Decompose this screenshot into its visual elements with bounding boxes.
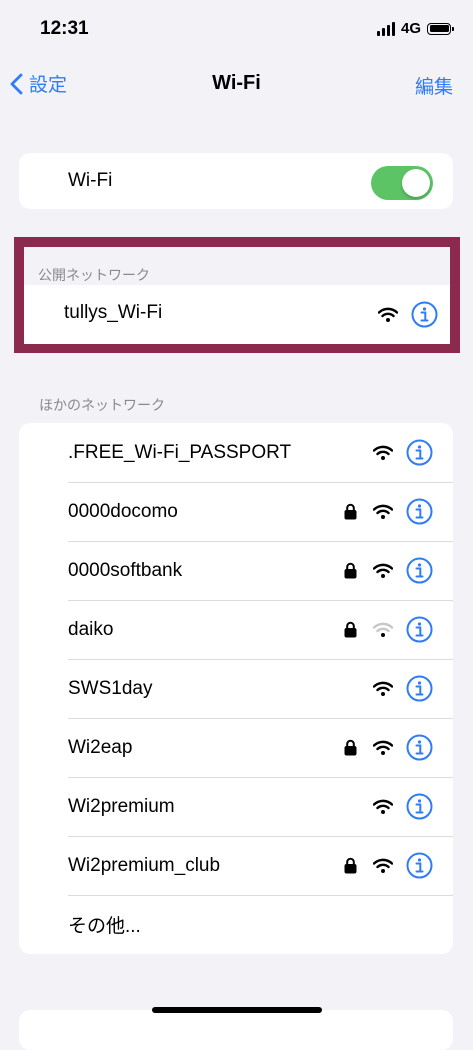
lock-icon [342,621,358,638]
public-network-section: 公開ネットワーク tullys_Wi-Fi [24,247,450,344]
info-icon[interactable] [406,498,433,525]
network-name: Wi2premium [68,795,175,817]
other-network-button[interactable]: その他... [19,895,453,954]
wifi-signal-icon [372,681,394,696]
network-name: Wi2eap [68,736,133,758]
network-name: daiko [68,618,114,640]
lock-icon [342,857,358,874]
home-indicator[interactable] [152,1007,322,1013]
public-network-header: 公開ネットワーク [38,267,150,283]
info-icon[interactable] [406,675,433,702]
wifi-signal-icon [372,563,394,578]
next-settings-group [19,1010,453,1050]
network-row[interactable]: Wi2premium_club [19,836,453,895]
info-icon[interactable] [406,616,433,643]
wifi-signal-icon [372,445,394,460]
network-row[interactable]: Wi2premium [19,777,453,836]
wifi-signal-icon [377,307,399,322]
network-row-icons [342,498,433,525]
lock-icon [342,503,358,520]
network-row[interactable]: 0000docomo [19,482,453,541]
info-icon[interactable] [406,734,433,761]
network-name: 0000softbank [68,559,183,581]
network-name: tullys_Wi-Fi [64,302,163,323]
info-icon[interactable] [406,793,433,820]
network-row-icons [342,793,433,820]
network-row[interactable]: Wi2eap [19,718,453,777]
network-row[interactable]: SWS1day [19,659,453,718]
info-icon[interactable] [406,557,433,584]
status-indicators: 4G [376,20,454,37]
network-row[interactable]: .FREE_Wi-Fi_PASSPORT [19,423,453,482]
other-network-label: その他... [68,916,141,937]
network-row-icons [342,616,433,643]
cellular-signal-icon [376,21,395,36]
wifi-signal-icon [372,799,394,814]
other-networks-header: ほかのネットワーク [39,397,165,413]
battery-icon [427,22,454,35]
info-icon[interactable] [406,439,433,466]
wifi-toggle-label: Wi-Fi [68,170,113,191]
wifi-signal-icon [372,504,394,519]
network-row-icons [342,675,433,702]
network-name: 0000docomo [68,500,178,522]
lock-icon [342,739,358,756]
wifi-signal-icon [372,740,394,755]
network-row-icons [342,852,433,879]
lock-icon [342,562,358,579]
network-row-icons [342,734,433,761]
network-name: SWS1day [68,677,153,699]
info-icon[interactable] [406,852,433,879]
wifi-toggle-row: Wi-Fi [19,153,453,209]
network-name: Wi2premium_club [68,854,221,876]
network-row-tullys[interactable]: tullys_Wi-Fi [24,285,450,344]
network-type-label: 4G [400,20,421,37]
network-row[interactable]: 0000softbank [19,541,453,600]
status-time: 12:31 [40,18,89,39]
navigation-bar: 設定 Wi-Fi 編集 [0,60,473,110]
other-networks-group: .FREE_Wi-Fi_PASSPORT 0000docomo 0000soft… [19,423,453,954]
network-name: .FREE_Wi-Fi_PASSPORT [68,441,292,463]
page-title: Wi-Fi [212,72,261,94]
edit-button[interactable]: 編集 [415,72,453,99]
public-network-highlight-frame: 公開ネットワーク tullys_Wi-Fi [14,237,460,353]
wifi-toggle-switch[interactable] [371,166,433,200]
network-row-icons [342,557,433,584]
network-row-icons [342,439,433,466]
status-bar: 12:31 4G [0,0,473,60]
wifi-signal-icon [372,858,394,873]
network-row[interactable]: daiko [19,600,453,659]
wifi-toggle-group: Wi-Fi [19,153,453,209]
wifi-signal-icon [372,622,394,637]
info-icon[interactable] [411,301,438,328]
